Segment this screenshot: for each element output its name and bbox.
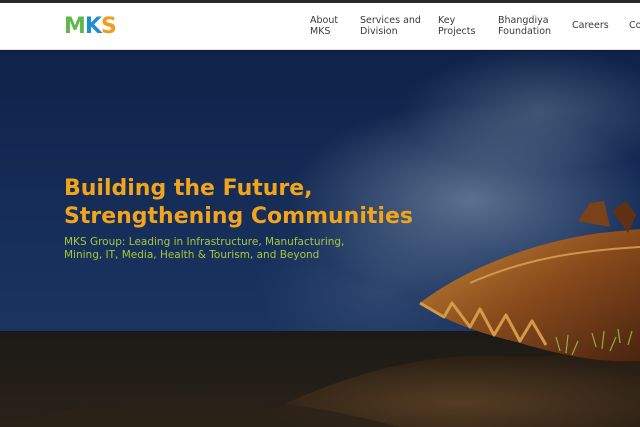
hero-banner: Building the Future, Strengthening Commu…: [0, 51, 640, 427]
nav-careers-label: Careers: [572, 20, 609, 31]
nav-bhangdiya-foundation[interactable]: Bhangdiya Foundation: [498, 15, 551, 37]
nav-careers[interactable]: Careers: [572, 20, 609, 31]
hero-subline-line2: Mining, IT, Media, Health & Tourism, and…: [64, 249, 320, 261]
nav-key-projects-line2: Projects: [438, 26, 476, 37]
hero-headline-line1: Building the Future,: [64, 176, 313, 201]
hero-headline: Building the Future, Strengthening Commu…: [64, 175, 444, 231]
nav-services-and-division[interactable]: Services and Division: [360, 15, 421, 37]
nav-key-projects[interactable]: Key Projects: [438, 15, 475, 37]
nav-services-line2: Division: [360, 26, 398, 37]
nav-about-mks-line2: MKS: [310, 26, 331, 37]
nav-contact-label: Co: [629, 20, 640, 31]
hero-subline: MKS Group: Leading in Infrastructure, Ma…: [64, 236, 364, 262]
nav-foundation-line1: Bhangdiya: [498, 15, 549, 26]
main-nav: About MKS Services and Division Key Proj…: [0, 15, 640, 41]
hero-headline-line2: Strengthening Communities: [64, 204, 413, 229]
nav-contact-truncated[interactable]: Co: [629, 20, 640, 31]
hero-subline-line1: MKS Group: Leading in Infrastructure, Ma…: [64, 236, 345, 248]
nav-about-mks[interactable]: About MKS: [310, 15, 338, 37]
nav-about-mks-line1: About: [310, 15, 339, 26]
nav-foundation-line2: Foundation: [498, 26, 552, 37]
site-header: MKS About MKS Services and Division Key …: [0, 3, 640, 50]
nav-key-projects-line1: Key: [438, 15, 456, 26]
nav-services-line1: Services and: [360, 15, 421, 26]
